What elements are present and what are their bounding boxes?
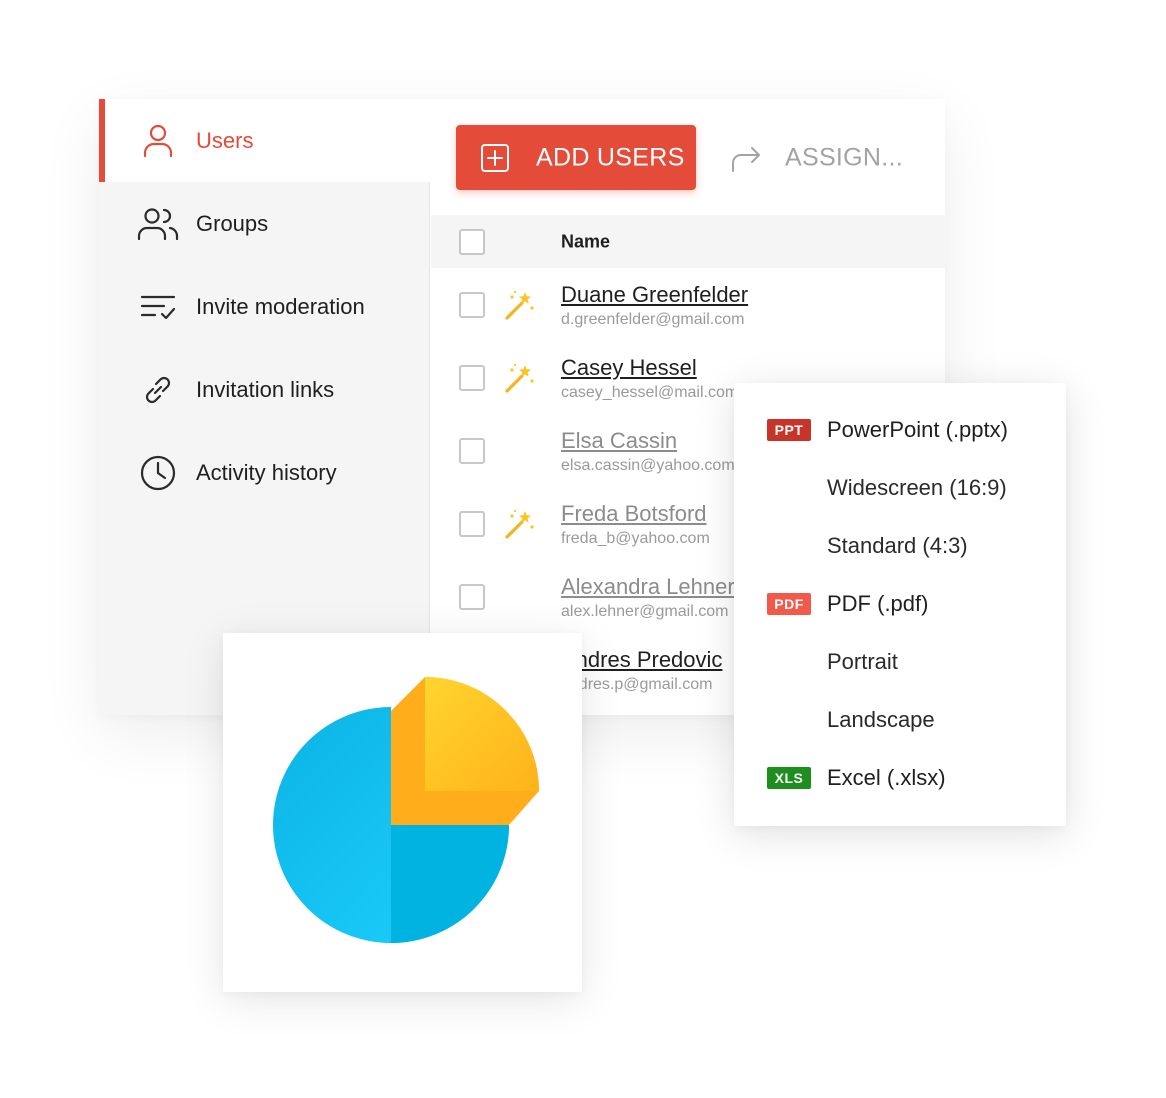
user-icon: [137, 120, 179, 162]
assign-button[interactable]: ASSIGN...: [723, 125, 933, 190]
table-header: Name: [431, 215, 945, 268]
sidebar-item-invite-moderation[interactable]: Invite moderation: [99, 265, 430, 348]
export-menu-item[interactable]: XLS Excel (.xlsx): [734, 749, 1066, 807]
pie-chart-card: [223, 633, 582, 992]
export-menu-item[interactable]: PDF PDF (.pdf): [734, 575, 1066, 633]
user-email: elsa.cassin@yahoo.com: [561, 457, 735, 474]
magic-wand-icon: [503, 361, 537, 395]
pie-slice-1: [391, 677, 539, 825]
sidebar-item-label: Invite moderation: [196, 293, 365, 319]
checklist-icon: [137, 286, 179, 328]
user-email: d.greenfelder@gmail.com: [561, 311, 745, 328]
table-row[interactable]: Duane Greenfelder d.greenfelder@gmail.com: [431, 268, 945, 341]
export-menu-item[interactable]: PPT PowerPoint (.pptx): [734, 401, 1066, 459]
sidebar-item-label: Groups: [196, 210, 269, 236]
user-name-link[interactable]: Andres Predovic: [561, 647, 722, 673]
link-icon: [137, 369, 179, 411]
user-name-link[interactable]: Elsa Cassin: [561, 428, 677, 454]
magic-wand-icon: [503, 288, 537, 322]
sidebar-item-users[interactable]: Users: [99, 99, 430, 182]
assign-label: ASSIGN...: [785, 143, 904, 171]
export-menu-label: Standard (4:3): [827, 533, 968, 558]
users-group-icon: [137, 203, 179, 245]
select-all-checkbox[interactable]: [459, 229, 485, 255]
sidebar-item-groups[interactable]: Groups: [99, 182, 430, 265]
export-menu-label: PowerPoint (.pptx): [827, 417, 1008, 442]
user-email: casey_hessel@mail.com: [561, 384, 739, 401]
user-name-link[interactable]: Freda Botsford: [561, 501, 707, 527]
user-email: freda_b@yahoo.com: [561, 530, 710, 547]
clock-icon: [137, 452, 179, 494]
row-checkbox[interactable]: [459, 511, 485, 537]
row-checkbox[interactable]: [459, 438, 485, 464]
user-email: alex.lehner@gmail.com: [561, 603, 729, 620]
sidebar-item-label: Activity history: [196, 459, 337, 485]
pdf-file-icon: PDF: [767, 593, 811, 615]
ppt-file-icon: PPT: [767, 419, 811, 441]
export-menu-label: Excel (.xlsx): [827, 765, 946, 790]
export-menu-item[interactable]: Landscape: [734, 691, 1066, 749]
add-users-label: ADD USERS: [536, 143, 685, 171]
user-name-link[interactable]: Duane Greenfelder: [561, 282, 748, 308]
column-header-name: Name: [561, 231, 611, 251]
row-checkbox[interactable]: [459, 584, 485, 610]
row-checkbox[interactable]: [459, 365, 485, 391]
sidebar-item-activity-history[interactable]: Activity history: [99, 431, 430, 514]
export-menu-label: Portrait: [827, 649, 898, 674]
add-users-button[interactable]: ADD USERS: [456, 125, 696, 190]
sidebar-item-label: Invitation links: [196, 376, 335, 402]
pie-chart: [273, 677, 539, 943]
row-checkbox[interactable]: [459, 292, 485, 318]
plus-square-icon: [480, 143, 510, 173]
sidebar-item-label: Users: [196, 127, 254, 153]
export-menu-item[interactable]: Portrait: [734, 633, 1066, 691]
user-name-link[interactable]: Alexandra Lehner: [561, 574, 735, 600]
xls-file-icon: XLS: [767, 767, 811, 789]
export-menu-label: Widescreen (16:9): [827, 475, 1007, 500]
export-menu-label: Landscape: [827, 707, 935, 732]
sidebar-item-invitation-links[interactable]: Invitation links: [99, 348, 430, 431]
magic-wand-icon: [503, 507, 537, 541]
user-email: andres.p@gmail.com: [561, 676, 713, 693]
export-menu-label: PDF (.pdf): [827, 591, 929, 616]
export-menu-item[interactable]: Widescreen (16:9): [734, 459, 1066, 517]
export-menu-item[interactable]: Standard (4:3): [734, 517, 1066, 575]
user-name-link[interactable]: Casey Hessel: [561, 355, 697, 381]
sidebar: Users Groups Invite moderation Invitatio…: [99, 99, 430, 715]
export-menu: PPT PowerPoint (.pptx) Widescreen (16:9) St…: [734, 383, 1066, 826]
forward-arrow-icon: [729, 143, 763, 173]
